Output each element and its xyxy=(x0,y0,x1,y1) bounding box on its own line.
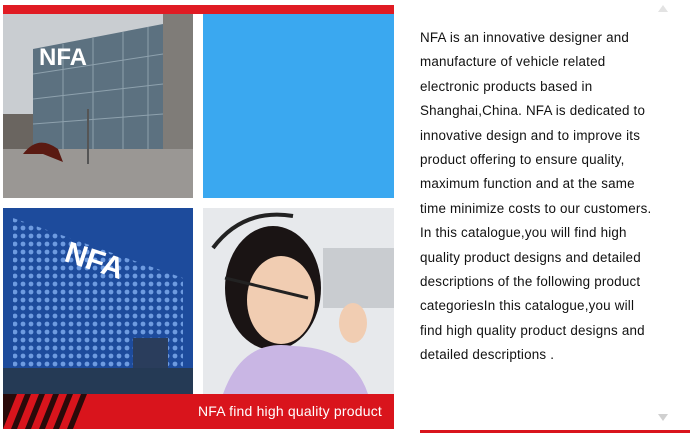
building-photo-tile: NFA xyxy=(3,14,193,198)
stripe-decoration xyxy=(3,394,183,429)
support-agent-tile xyxy=(203,208,394,394)
top-red-bar xyxy=(3,5,394,14)
blue-color-tile xyxy=(203,14,394,198)
bottom-red-rule xyxy=(420,430,690,433)
caption-text: NFA find high quality product xyxy=(197,403,382,419)
caption-band: NFA find high quality product xyxy=(3,394,394,429)
glass-building-image xyxy=(3,14,193,198)
building-logo-text: NFA xyxy=(39,44,87,71)
triangle-down-icon[interactable] xyxy=(657,412,669,422)
description-text: NFA is an innovative designer and manufa… xyxy=(420,30,652,363)
blue-building-image xyxy=(3,208,193,394)
blue-building-tile: NFA xyxy=(3,208,193,394)
triangle-up-icon[interactable] xyxy=(657,4,669,14)
description-panel: NFA is an innovative designer and manufa… xyxy=(420,26,660,368)
support-agent-image xyxy=(203,208,394,394)
product-banner: NFA NFA NFA find high quality product NF… xyxy=(0,0,695,445)
